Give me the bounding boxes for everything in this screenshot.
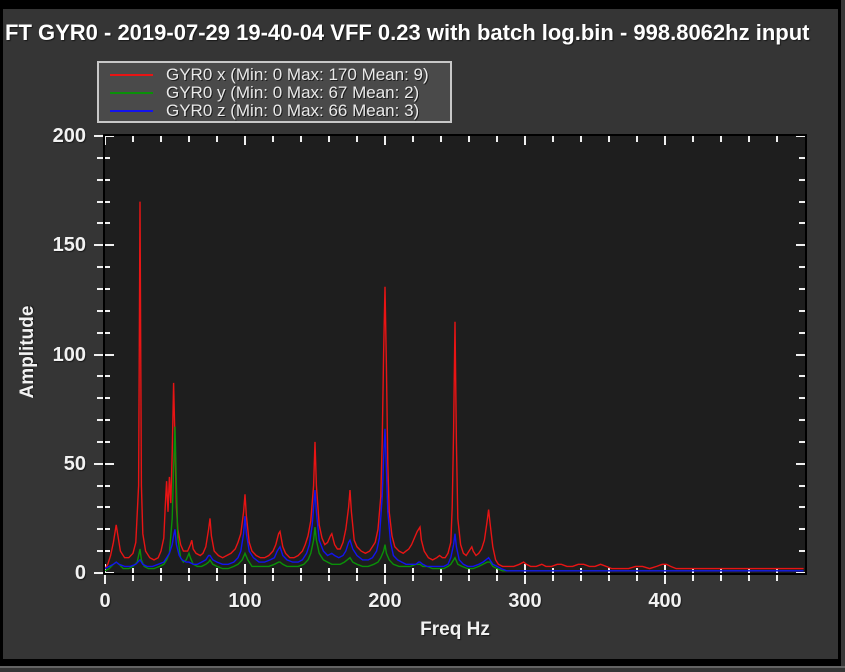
adjacent-window-edge-bottom: [0, 666, 845, 672]
series-lines: [105, 136, 805, 573]
legend-item-label: GYR0 x (Min: 0 Max: 170 Mean: 9): [166, 65, 429, 85]
x-tick-label: 0: [70, 589, 140, 613]
y-tick-label: 200: [16, 123, 86, 149]
legend-line-sample: [110, 92, 153, 94]
legend-line-sample: [110, 110, 153, 112]
y-tick-label: 150: [16, 232, 86, 258]
screen: FT GYR0 - 2019-07-29 19-40-04 VFF 0.23 w…: [0, 0, 845, 672]
legend-item-label: GYR0 y (Min: 0 Max: 67 Mean: 2): [166, 83, 419, 103]
x-axis-title: Freq Hz: [355, 619, 555, 641]
x-tick-label: 400: [630, 589, 700, 613]
legend-line-sample: [110, 74, 153, 76]
x-tick-label: 100: [210, 589, 280, 613]
adjacent-window-edge-right: [841, 0, 845, 672]
x-tick-label: 300: [490, 589, 560, 613]
legend: GYR0 x (Min: 0 Max: 170 Mean: 9)GYR0 y (…: [97, 61, 452, 123]
y-tick-label: 50: [16, 451, 86, 477]
series-line-gyr0-x: [105, 202, 804, 569]
x-tick-label: 200: [350, 589, 420, 613]
legend-item: GYR0 y (Min: 0 Max: 67 Mean: 2): [99, 84, 450, 102]
series-line-gyr0-y: [105, 427, 804, 571]
series-line-gyr0-z: [105, 429, 804, 571]
legend-item: GYR0 x (Min: 0 Max: 170 Mean: 9): [99, 66, 450, 84]
y-tick-label: 100: [16, 342, 86, 368]
legend-item: GYR0 z (Min: 0 Max: 66 Mean: 3): [99, 102, 450, 120]
legend-item-label: GYR0 z (Min: 0 Max: 66 Mean: 3): [166, 101, 419, 121]
title-bar: FT GYR0 - 2019-07-29 19-40-04 VFF 0.23 w…: [3, 0, 838, 58]
window-title: FT GYR0 - 2019-07-29 19-40-04 VFF 0.23 w…: [5, 20, 809, 46]
y-tick-label: 0: [16, 560, 86, 586]
